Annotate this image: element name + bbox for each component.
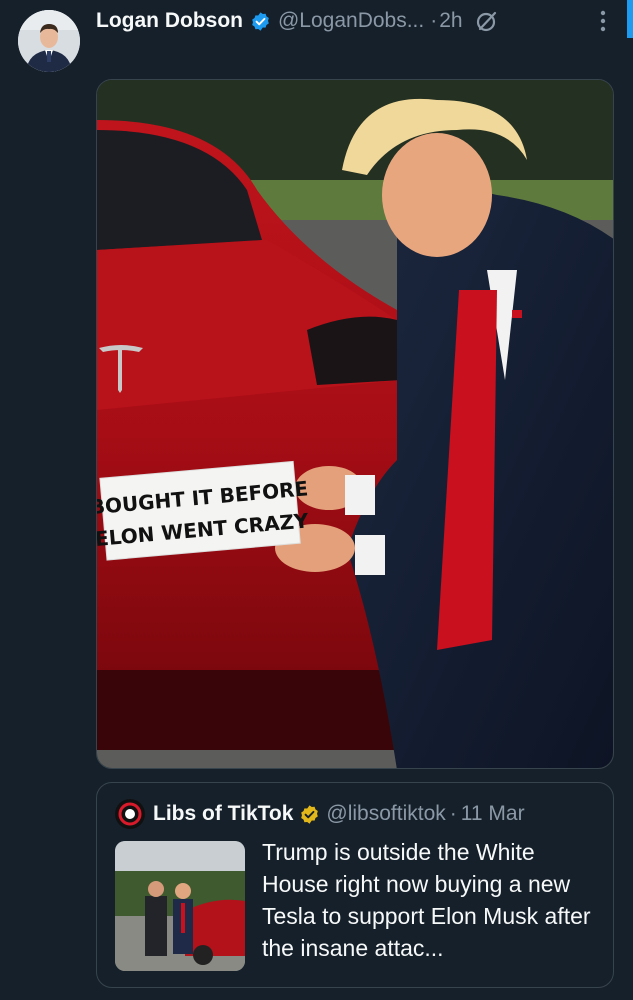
- verified-gold-badge-icon: [299, 804, 320, 825]
- tweet-media-image[interactable]: BOUGHT IT BEFORE ELON WENT CRAZY: [96, 79, 614, 769]
- avatar-photo: [18, 10, 80, 72]
- separator-dot: ·: [430, 9, 438, 32]
- tweet-time[interactable]: 2h: [439, 9, 462, 33]
- quoted-author-handle[interactable]: @libsoftiktok: [326, 802, 445, 826]
- quoted-tweet-thumbnail[interactable]: [115, 841, 245, 971]
- grok-icon[interactable]: [475, 9, 499, 33]
- quoted-tweet-header: Libs of TikTok @libsoftiktok · 11 Mar: [115, 799, 603, 829]
- tweet-header: Logan Dobson @LoganDobs... · 2h: [96, 6, 613, 36]
- quoted-author-avatar[interactable]: [115, 799, 145, 829]
- more-vertical-icon[interactable]: [593, 8, 613, 34]
- author-handle[interactable]: @LoganDobs...: [278, 9, 424, 33]
- quoted-tweet-text: Trump is outside the White House right n…: [262, 839, 591, 961]
- quoted-author-name[interactable]: Libs of TikTok: [153, 802, 293, 826]
- quoted-tweet-date[interactable]: 11 Mar: [461, 802, 525, 826]
- author-avatar[interactable]: [18, 10, 80, 72]
- verified-badge-icon: [250, 11, 271, 32]
- quoted-tweet[interactable]: Libs of TikTok @libsoftiktok · 11 Mar Tr…: [96, 782, 614, 988]
- separator-dot: ·: [449, 802, 457, 825]
- accent-bar: [627, 0, 633, 38]
- author-name[interactable]: Logan Dobson: [96, 9, 243, 33]
